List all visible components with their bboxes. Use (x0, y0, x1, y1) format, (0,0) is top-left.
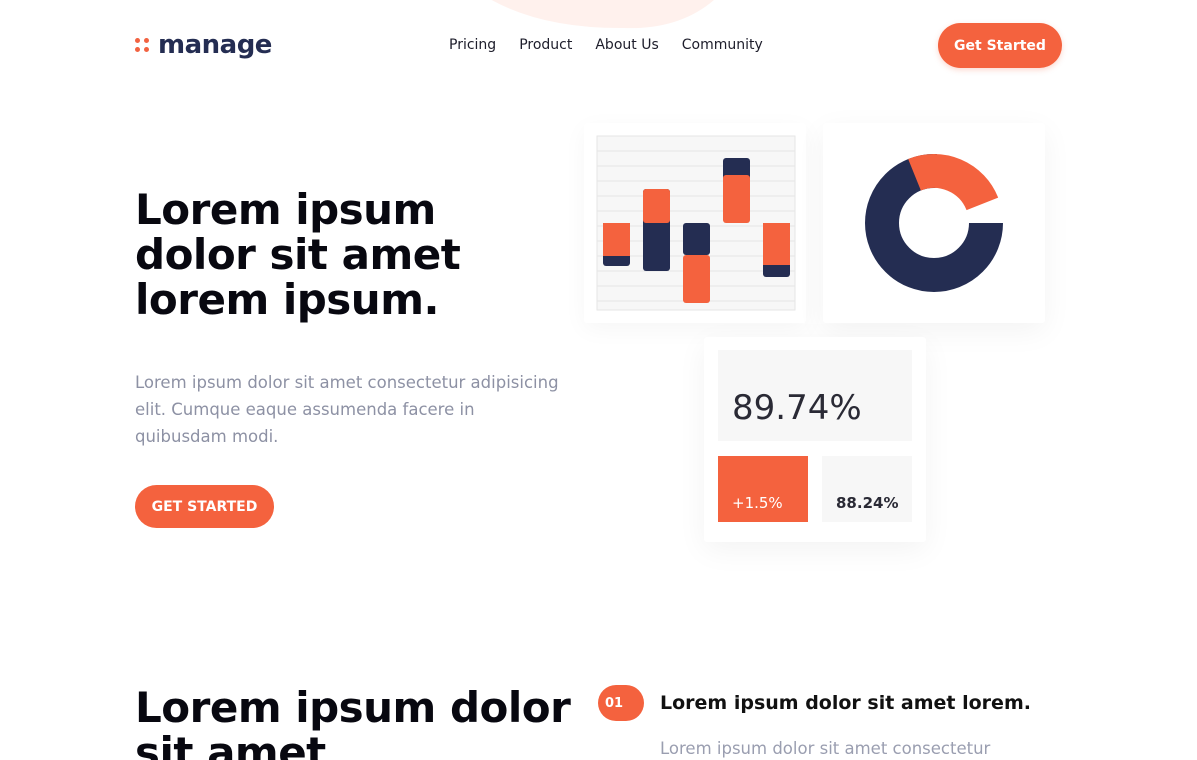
header-get-started-button[interactable]: Get Started (938, 23, 1062, 68)
feature-description: Lorem ipsum dolor sit amet consectetur (660, 739, 991, 758)
secondary-stat-tile: 88.24% (822, 456, 912, 522)
donut-chart-card (823, 123, 1045, 323)
feature-title: Lorem ipsum dolor sit amet lorem. (660, 692, 1031, 714)
main-stat-value: 89.74% (732, 388, 862, 428)
donut-chart-illustration (865, 154, 1006, 292)
logo-dots-icon (135, 38, 149, 52)
bar-chart-card (584, 123, 806, 323)
section-title: Lorem ipsum dolor sit amet (135, 683, 571, 760)
growth-stat-value: +1.5% (732, 494, 783, 512)
nav-link-about-us[interactable]: About Us (595, 37, 658, 53)
nav-link-product[interactable]: Product (519, 37, 572, 53)
stats-card: 89.74% +1.5% 88.24% (704, 337, 926, 542)
logo-text: manage (158, 30, 272, 60)
hero-title: Lorem ipsum dolor sit amet lorem ipsum. (135, 185, 461, 324)
hero-get-started-button[interactable]: GET STARTED (135, 485, 274, 528)
bar-chart-illustration (596, 135, 796, 311)
logo[interactable]: manage (135, 30, 272, 60)
nav-link-community[interactable]: Community (682, 37, 763, 53)
secondary-stat-value: 88.24% (836, 494, 899, 512)
nav-link-pricing[interactable]: Pricing (449, 37, 496, 53)
feature-number-badge: 01 (598, 685, 644, 721)
hero-description: Lorem ipsum dolor sit amet consectetur a… (135, 373, 559, 446)
growth-stat-tile: +1.5% (718, 456, 808, 522)
main-nav: Pricing Product About Us Community (449, 37, 763, 53)
main-stat-tile: 89.74% (718, 350, 912, 441)
